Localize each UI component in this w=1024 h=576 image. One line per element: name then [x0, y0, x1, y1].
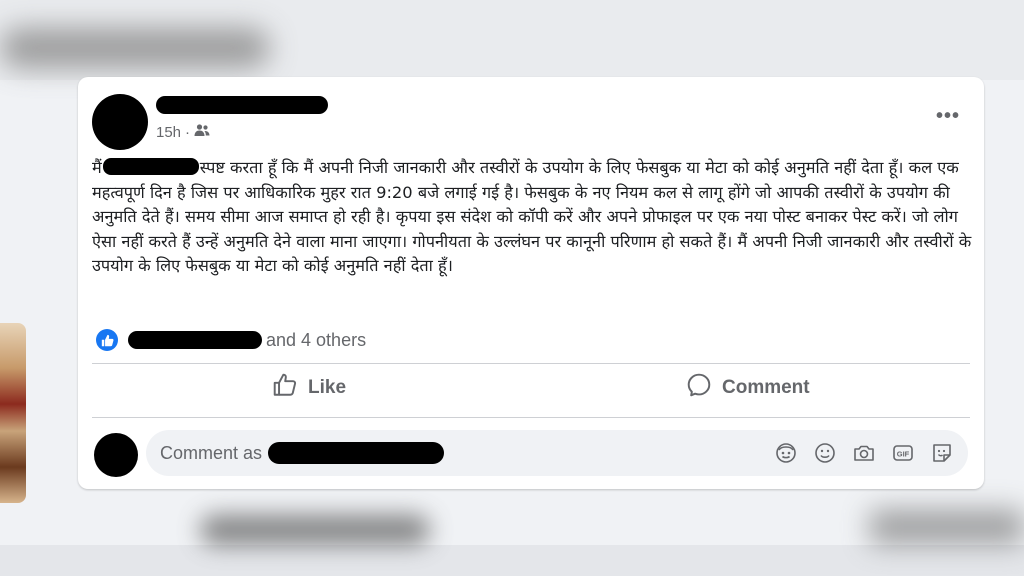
more-options-button[interactable]: •••	[936, 105, 960, 128]
post-card: 15h · ••• मैं स्पष्ट करता हूँ कि मैं अपनी…	[78, 77, 984, 489]
post-timestamp[interactable]: 15h	[156, 124, 181, 141]
comment-button[interactable]: Comment	[686, 373, 810, 403]
post-text-rest: स्पष्ट करता हूँ कि मैं अपनी निजी जानकारी…	[92, 158, 972, 276]
blurred-background-element	[0, 28, 270, 68]
reactor-names-redacted	[128, 331, 262, 349]
camera-icon[interactable]	[852, 441, 876, 465]
avatar-sticker-icon[interactable]	[774, 441, 798, 465]
comment-bubble-icon	[686, 372, 712, 404]
divider	[92, 363, 970, 364]
current-user-avatar[interactable]	[94, 433, 138, 477]
side-photo-thumbnail	[0, 323, 26, 503]
like-reaction-icon	[96, 329, 118, 351]
reactions-others-label[interactable]: and 4 others	[266, 330, 366, 351]
emoji-icon[interactable]	[813, 441, 837, 465]
post-meta: 15h ·	[156, 123, 210, 141]
like-button[interactable]: Like	[272, 373, 346, 403]
sticker-icon[interactable]	[930, 441, 954, 465]
author-avatar[interactable]	[92, 94, 148, 150]
comment-label: Comment	[722, 377, 810, 398]
inline-name-redacted	[102, 158, 199, 175]
meta-separator: ·	[185, 123, 191, 141]
reactions-summary[interactable]: and 4 others	[96, 329, 366, 351]
gif-icon[interactable]: GIF	[891, 441, 915, 465]
background-bottom	[0, 545, 1024, 576]
friends-icon[interactable]	[194, 123, 210, 141]
thumbs-up-icon	[272, 372, 298, 404]
commenter-name-redacted	[268, 442, 445, 464]
blurred-background-element	[870, 510, 1024, 544]
like-label: Like	[308, 377, 347, 398]
svg-text:GIF: GIF	[897, 449, 910, 458]
comment-placeholder: Comment as	[160, 442, 263, 463]
author-name-redacted[interactable]	[156, 96, 328, 114]
comment-input[interactable]: Comment as GIF	[146, 430, 968, 476]
blurred-background-element	[200, 515, 430, 545]
comment-toolbar: GIF	[774, 441, 954, 465]
post-body: मैं स्पष्ट करता हूँ कि मैं अपनी निजी जानक…	[92, 156, 976, 279]
divider	[92, 417, 970, 418]
post-text-start: मैं	[92, 158, 102, 177]
